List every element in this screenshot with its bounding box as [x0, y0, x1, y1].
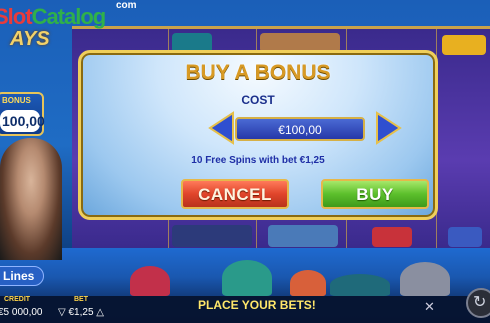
reel-symbol — [268, 225, 338, 247]
bonus-price-pill: 100,00 — [0, 110, 45, 132]
credit-label: CREDIT — [4, 296, 31, 303]
next-price-button[interactable] — [373, 111, 403, 145]
logo-catalog-text: Catalog — [31, 4, 107, 29]
cancel-button[interactable]: CANCEL — [181, 179, 289, 209]
buy-button[interactable]: BUY — [321, 179, 429, 209]
lines-label: Lines — [3, 269, 35, 283]
tools-icon[interactable]: ✕ — [424, 300, 438, 314]
right-arrow-icon — [376, 111, 402, 145]
mermaid-character — [0, 138, 62, 260]
bonus-label: BONUS — [2, 96, 31, 105]
bottom-bar: CREDIT €5 000,00 BET ▽ €1,25 △ PLACE YOU… — [0, 288, 490, 323]
free-spins-info: 10 Free Spins with bet €1,25 — [191, 155, 325, 166]
game-logo-word: AYS — [10, 28, 50, 50]
spin-icon: ↻ — [473, 294, 487, 311]
lines-button[interactable]: Lines — [0, 266, 44, 286]
reel-symbol — [442, 35, 486, 55]
buy-bonus-dialog: BUY A BONUS COST €100,00 10 Free Spins w… — [78, 50, 438, 220]
bet-decrease-icon[interactable]: ▽ — [58, 307, 66, 318]
bet-control: ▽ €1,25 △ — [58, 307, 104, 318]
cost-label: COST — [241, 93, 275, 107]
dialog-title: BUY A BONUS — [185, 61, 331, 84]
left-arrow-icon — [208, 111, 234, 145]
seabed — [0, 248, 490, 296]
reel-symbol — [372, 227, 412, 247]
logo-slot-text: Slot — [0, 4, 33, 29]
bet-label: BET — [74, 296, 88, 303]
reel-symbol — [172, 225, 252, 247]
reel-symbol — [448, 227, 482, 247]
bet-value: €1,25 — [68, 307, 94, 318]
bet-increase-icon[interactable]: △ — [96, 307, 104, 318]
bonus-price: 100,00 — [2, 113, 45, 129]
price-display: €100,00 — [235, 117, 365, 141]
previous-price-button[interactable] — [207, 111, 237, 145]
price-value: €100,00 — [278, 123, 322, 137]
game-scene: SlotCatalog com AYS BONUS 100,00 Lines C… — [0, 0, 490, 323]
logo-com-text: com — [116, 0, 137, 11]
spin-button[interactable]: ↻ — [466, 288, 490, 318]
credit-value: €5 000,00 — [0, 307, 43, 318]
status-message: PLACE YOUR BETS! — [198, 298, 316, 312]
buy-bonus-button[interactable]: BONUS 100,00 — [0, 92, 45, 136]
